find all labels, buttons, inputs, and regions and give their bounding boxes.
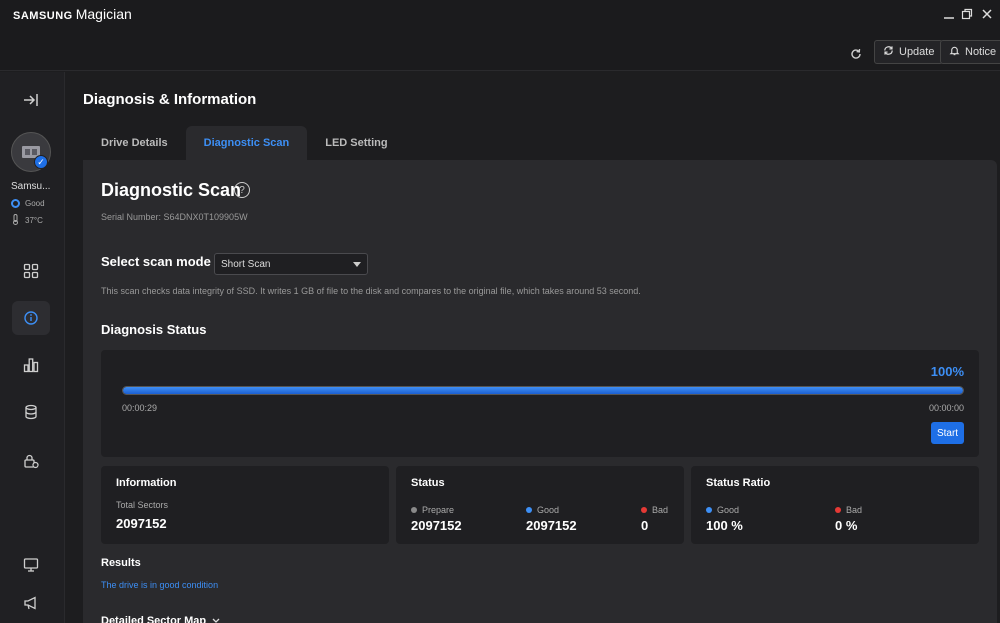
- brand-name: SAMSUNG: [13, 10, 73, 22]
- monitor-icon[interactable]: [12, 548, 50, 582]
- update-label: Update: [899, 46, 935, 58]
- elapsed-time: 00:00:29: [122, 403, 158, 413]
- drive-health-label: Good: [25, 199, 45, 208]
- status-title: Status: [411, 477, 445, 489]
- start-button[interactable]: Start: [931, 422, 964, 444]
- bad-value: 0: [641, 518, 649, 533]
- status-card: Status Prepare 2097152 Good 2097152 Bad …: [396, 466, 684, 544]
- update-icon: [883, 45, 894, 59]
- tab-bar: Drive Details Diagnostic Scan LED Settin…: [83, 126, 406, 160]
- diagnosis-icon[interactable]: [12, 301, 50, 335]
- drive-temperature: 37°C: [11, 214, 43, 227]
- sidebar: ✓ Samsu... Good 37°C: [0, 72, 65, 623]
- page-title: Diagnosis & Information: [83, 91, 257, 108]
- drive-temp-label: 37°C: [25, 216, 43, 225]
- security-lock-icon[interactable]: [12, 444, 50, 478]
- good-value: 2097152: [526, 518, 577, 533]
- ratio-bad-value: 0 %: [835, 518, 858, 533]
- tab-drive-details[interactable]: Drive Details: [83, 126, 186, 160]
- database-icon[interactable]: [12, 395, 50, 429]
- product-name: Magician: [75, 6, 132, 22]
- bell-icon: [949, 45, 960, 59]
- drive-health: Good: [11, 199, 45, 208]
- bad-dot-icon: [641, 507, 647, 513]
- results-text: The drive is in good condition: [101, 580, 219, 590]
- prepare-label: Prepare: [411, 505, 454, 515]
- prepare-label-text: Prepare: [422, 505, 455, 515]
- tab-led-setting[interactable]: LED Setting: [307, 126, 405, 160]
- remaining-time: 00:00:00: [928, 403, 964, 413]
- progress-track: [122, 386, 964, 395]
- ratio-bad-dot-icon: [835, 507, 841, 513]
- update-button[interactable]: Update: [874, 40, 944, 64]
- serial-number: Serial Number: S64DNX0T109905W: [101, 212, 248, 222]
- bad-label-text: Bad: [652, 505, 669, 515]
- scan-heading: Diagnostic Scan: [101, 180, 242, 200]
- title-bar: SAMSUNG Magician: [0, 0, 1000, 36]
- good-label: Good: [526, 505, 559, 515]
- good-dot-icon: [526, 507, 532, 513]
- megaphone-icon[interactable]: [12, 586, 50, 620]
- information-title: Information: [116, 477, 177, 489]
- app-logo: SAMSUNG Magician: [13, 6, 132, 22]
- tab-diagnostic-scan[interactable]: Diagnostic Scan: [185, 126, 308, 160]
- help-icon[interactable]: ?: [234, 182, 250, 198]
- ratio-good-dot-icon: [706, 507, 712, 513]
- total-sectors-label: Total Sectors: [116, 500, 169, 510]
- scan-mode-value: Short Scan: [221, 258, 271, 270]
- health-ring-icon: [11, 199, 20, 208]
- check-badge-icon: ✓: [34, 155, 48, 169]
- expand-sidebar-icon[interactable]: [12, 83, 50, 117]
- notice-label: Notice: [965, 46, 997, 58]
- status-ratio-title: Status Ratio: [706, 477, 771, 489]
- chevron-down-icon: [353, 262, 361, 267]
- status-box: 100% 00:00:29 00:00:00 Start: [101, 350, 979, 457]
- dashboard-icon[interactable]: [12, 254, 50, 288]
- scan-description: This scan checks data integrity of SSD. …: [101, 286, 641, 296]
- good-label-text: Good: [537, 505, 560, 515]
- detailed-sector-map-toggle[interactable]: Detailed Sector Map: [101, 615, 220, 623]
- progress-percent: 100%: [930, 364, 964, 379]
- scan-mode-select[interactable]: Short Scan: [214, 253, 368, 275]
- drive-name: Samsu...: [11, 181, 51, 192]
- notice-button[interactable]: Notice: [940, 40, 1000, 64]
- bad-label: Bad: [641, 505, 668, 515]
- scan-mode-label: Select scan mode: [101, 254, 211, 269]
- ratio-bad-label-text: Bad: [846, 505, 863, 515]
- action-bar: Update Notice: [0, 36, 1000, 71]
- performance-icon[interactable]: [12, 348, 50, 382]
- total-sectors-value: 2097152: [116, 516, 167, 531]
- ratio-good-value: 100 %: [706, 518, 743, 533]
- prepare-dot-icon: [411, 507, 417, 513]
- information-card: Information Total Sectors 2097152: [101, 466, 389, 544]
- diagnosis-status-heading: Diagnosis Status: [101, 322, 207, 337]
- ratio-good-label-text: Good: [717, 505, 740, 515]
- progress-fill: [123, 387, 963, 394]
- ratio-bad-label: Bad: [835, 505, 862, 515]
- status-ratio-card: Status Ratio Good 100 % Bad 0 %: [691, 466, 979, 544]
- ratio-good-label: Good: [706, 505, 739, 515]
- close-icon[interactable]: [976, 4, 998, 24]
- prepare-value: 2097152: [411, 518, 462, 533]
- chevron-down-icon: [212, 615, 220, 623]
- thermometer-icon: [11, 214, 20, 227]
- maximize-icon[interactable]: [956, 4, 978, 24]
- refresh-icon[interactable]: [846, 44, 866, 64]
- detailed-sector-map-heading: Detailed Sector Map: [101, 615, 207, 623]
- results-heading: Results: [101, 557, 141, 569]
